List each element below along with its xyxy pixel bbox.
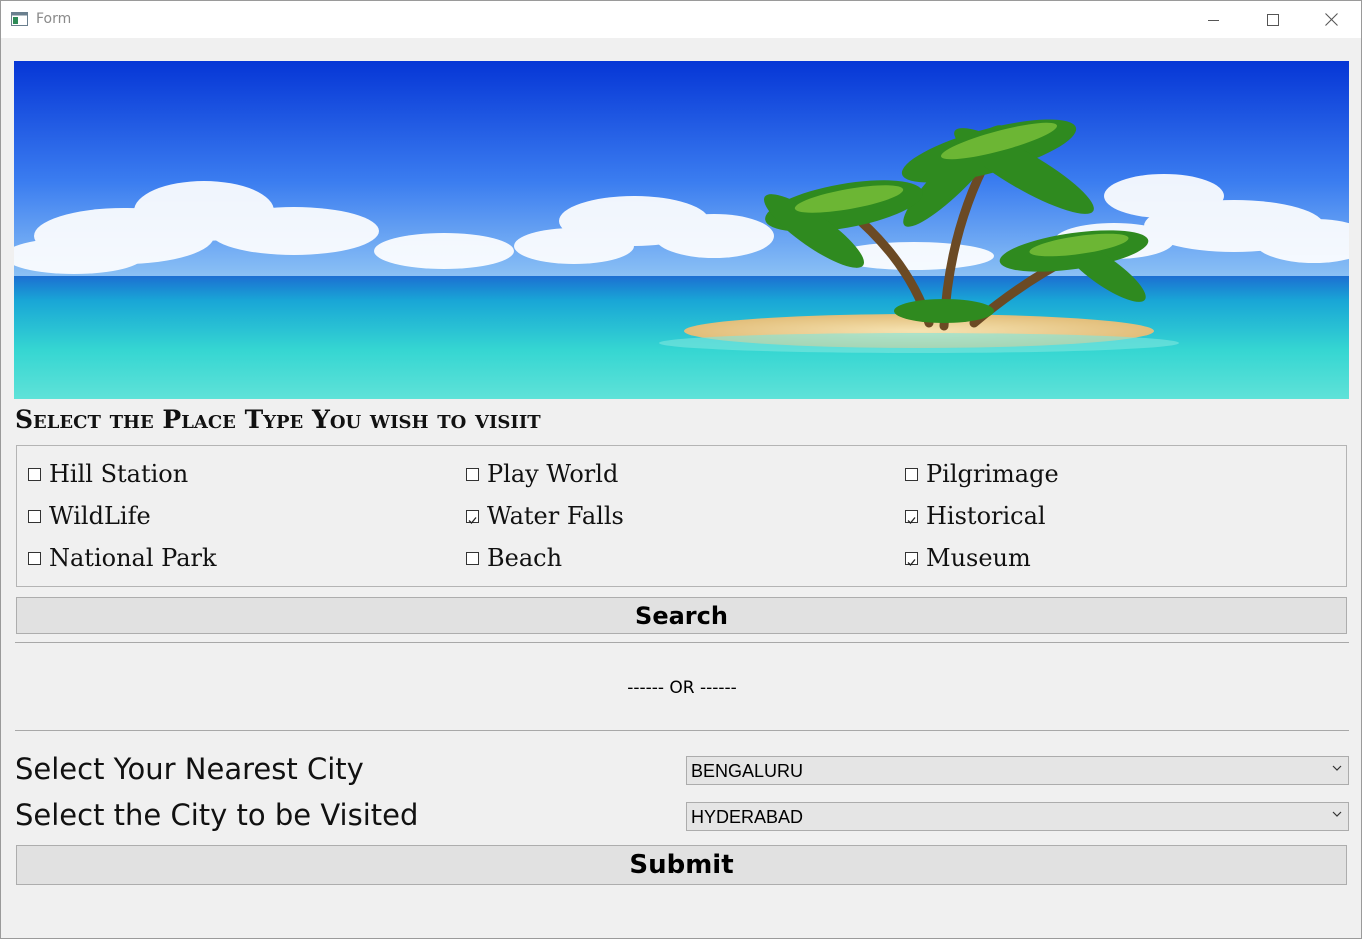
checkbox-label: Beach [487,544,563,572]
checkbox-play-world[interactable]: Play World [466,460,618,488]
checkbox-beach[interactable]: Beach [466,544,562,572]
form-window: Form Select the Place Type You wish to v… [0,0,1362,939]
nearest-city-label: Select Your Nearest City [15,752,364,786]
minimize-icon [1208,19,1219,21]
checkbox-box[interactable] [28,509,41,523]
checkbox-water-falls[interactable]: Water Falls [466,502,624,530]
visit-city-value: HYDERABAD [691,807,804,827]
checkbox-box[interactable] [466,551,479,565]
close-button[interactable] [1308,1,1354,38]
checkmark-icon [467,511,478,530]
nearest-city-select[interactable]: BENGALURU [686,756,1349,785]
checkbox-box[interactable] [466,467,479,481]
checkbox-box[interactable] [466,509,479,524]
checkbox-pilgrimage[interactable]: Pilgrimage [905,460,1059,488]
chevron-down-icon [1332,765,1342,771]
checkbox-hill-station[interactable]: Hill Station [28,460,188,488]
divider-top [15,642,1349,643]
visit-city-label: Select the City to be Visited [15,798,419,832]
minimize-button[interactable] [1191,1,1237,38]
checkbox-historical[interactable]: Historical [905,502,1046,530]
checkbox-label: National Park [49,544,217,572]
title-bar[interactable]: Form [1,1,1361,38]
chevron-down-icon [1332,811,1342,817]
checkbox-label: WildLife [49,502,151,530]
maximize-icon [1267,13,1279,26]
or-separator: ------ OR ------ [627,678,737,698]
place-type-heading: Select the Place Type You wish to visiit [15,405,541,434]
checkbox-box[interactable] [905,551,918,566]
checkbox-box[interactable] [28,551,41,565]
checkbox-label: Play World [487,460,619,488]
checkbox-label: Historical [926,502,1046,530]
checkbox-national-park[interactable]: National Park [28,544,217,572]
checkbox-box[interactable] [28,467,41,481]
checkbox-museum[interactable]: Museum [905,544,1031,572]
checkbox-label: Water Falls [487,502,624,530]
maximize-button[interactable] [1250,1,1296,38]
app-window-icon [11,12,28,26]
submit-button[interactable]: Submit [16,845,1347,885]
checkmark-icon [906,511,917,530]
checkbox-box[interactable] [905,509,918,524]
divider-bottom [15,730,1349,731]
tropical-island-banner-image [14,61,1349,399]
checkbox-label: Pilgrimage [926,460,1059,488]
visit-city-select[interactable]: HYDERABAD [686,802,1349,831]
checkbox-label: Hill Station [49,460,189,488]
search-button[interactable]: Search [16,597,1347,634]
window-title: Form [36,11,72,27]
close-icon [1324,13,1338,26]
checkmark-icon [906,553,917,572]
checkbox-label: Museum [926,544,1031,572]
nearest-city-value: BENGALURU [691,761,804,781]
checkbox-box[interactable] [905,467,918,481]
checkbox-wildlife[interactable]: WildLife [28,502,151,530]
